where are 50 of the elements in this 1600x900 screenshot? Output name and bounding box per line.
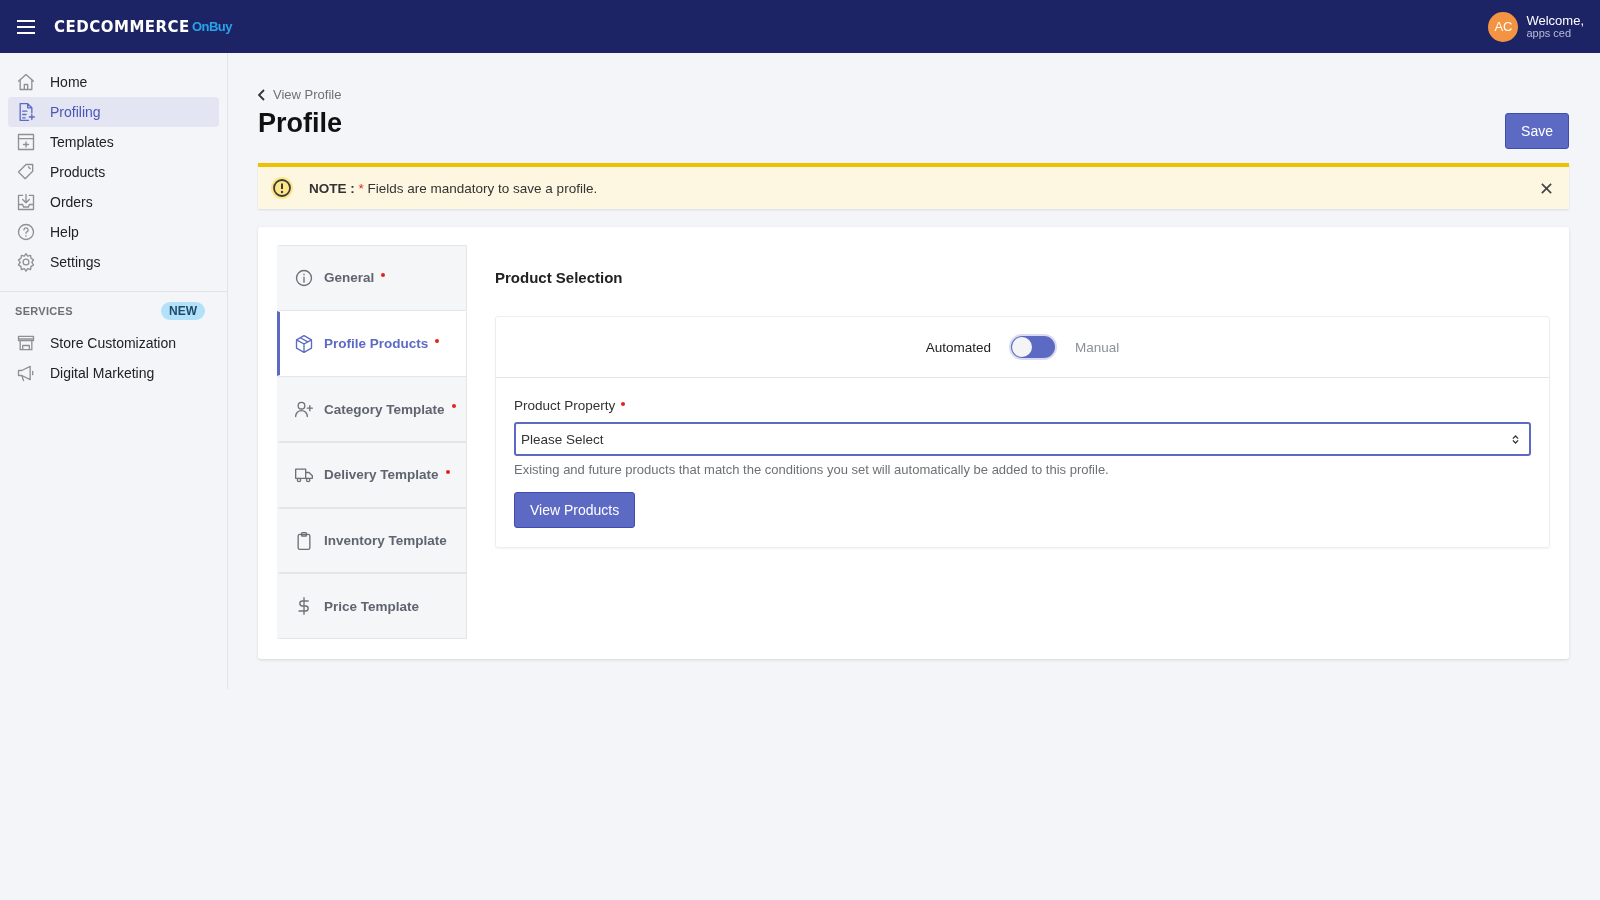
- step-tab[interactable]: Delivery Template: [277, 442, 467, 508]
- view-products-button[interactable]: View Products: [514, 492, 636, 528]
- sidebar-item[interactable]: Digital Marketing: [8, 358, 219, 388]
- info-icon: [294, 267, 314, 288]
- section-title: SERVICES: [15, 305, 73, 317]
- sidebar-item[interactable]: Templates: [8, 127, 219, 157]
- logo: CEDCOMMERCE: [54, 17, 190, 36]
- sidebar-item[interactable]: Help: [8, 217, 219, 247]
- sidebar-item[interactable]: Products: [8, 157, 219, 187]
- home-icon: [16, 72, 36, 92]
- user-plus-icon: [294, 399, 314, 420]
- menu-icon[interactable]: [16, 18, 36, 35]
- page-title: Profile: [258, 108, 343, 139]
- save-button[interactable]: Save: [1505, 113, 1569, 149]
- help-text: Existing and future products that match the conditions you set will automatically be added to this profile.: [514, 462, 1110, 477]
- step-tab[interactable]: Category Template: [277, 376, 467, 442]
- sort-caret-icon: [1512, 433, 1519, 445]
- chevron-left-icon: [258, 88, 266, 101]
- sidebar-item[interactable]: Home: [8, 67, 219, 97]
- logo-subtitle: OnBuy: [191, 19, 232, 34]
- welcome-text: Welcome,: [1526, 13, 1584, 28]
- help-icon: [16, 222, 36, 242]
- user-name: apps ced: [1526, 27, 1572, 40]
- close-icon[interactable]: [1540, 181, 1553, 195]
- section-heading: Product Selection: [495, 269, 624, 286]
- back-link[interactable]: View Profile: [258, 87, 342, 102]
- template-icon: [16, 132, 36, 152]
- field-label: Product Property: [514, 398, 1531, 413]
- sidebar-item[interactable]: Profiling: [8, 97, 219, 127]
- sidebar-item[interactable]: Settings: [8, 247, 219, 277]
- step-tab[interactable]: Profile Products: [277, 310, 467, 377]
- note-text: NOTE : * Fields are mandatory to save a profile.: [309, 180, 599, 196]
- megaphone-icon: [16, 363, 36, 383]
- select-field[interactable]: Please Select: [514, 422, 1531, 456]
- new-badge: NEW: [161, 302, 205, 320]
- download-tray-icon: [16, 192, 36, 212]
- toggle-label: Manual: [1075, 339, 1120, 355]
- settings-icon: [16, 252, 36, 272]
- warning-icon: [270, 176, 294, 200]
- box-icon: [294, 333, 314, 354]
- select-placeholder: Please Select: [521, 431, 604, 447]
- sidebar-item[interactable]: Orders: [8, 187, 219, 217]
- step-tab[interactable]: Price Template: [277, 573, 467, 640]
- store-icon: [16, 333, 36, 353]
- step-tab[interactable]: General: [277, 245, 467, 311]
- toggle-switch[interactable]: [1009, 334, 1057, 360]
- toggle-label: Automated: [925, 339, 991, 355]
- step-tab[interactable]: Inventory Template: [277, 507, 467, 574]
- tag-icon: [16, 162, 36, 182]
- sidebar-item[interactable]: Store Customization: [8, 328, 219, 358]
